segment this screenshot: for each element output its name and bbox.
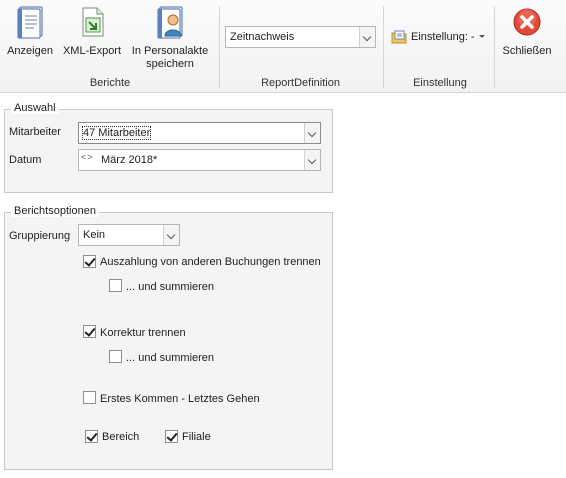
- checkbox-label: Auszahlung von anderen Buchungen trennen: [100, 256, 321, 268]
- settings-folder-icon: [391, 30, 407, 44]
- checkbox-label: ... und summieren: [126, 281, 215, 293]
- date-nav-arrows-icon[interactable]: <>: [81, 152, 94, 162]
- chevron-down-icon[interactable]: [304, 123, 320, 143]
- checkbox-label: ... und summieren: [126, 352, 215, 364]
- berichtsoptionen-group: Berichtsoptionen Gruppierung Kein Auszah…: [4, 205, 333, 470]
- xml-export-icon: [82, 7, 104, 37]
- personalakte-label-line2: speichern: [146, 58, 194, 70]
- mitarbeiter-combo[interactable]: 47 Mitarbeiter: [78, 122, 321, 144]
- checkbox-korrektur-summieren[interactable]: [109, 350, 122, 363]
- report-definition-value: Zeitnachweis: [230, 31, 295, 43]
- report-definition-combo[interactable]: Zeitnachweis: [225, 26, 376, 48]
- checkbox-auszahlung-trennen[interactable]: [83, 255, 96, 268]
- checkbox-bereich[interactable]: [85, 430, 98, 443]
- xml-export-button[interactable]: XML-Export: [60, 5, 124, 58]
- mitarbeiter-label: Mitarbeiter: [9, 126, 61, 138]
- chevron-down-icon[interactable]: [304, 150, 320, 170]
- gruppierung-value: Kein: [83, 229, 106, 241]
- xml-export-label: XML-Export: [62, 45, 122, 57]
- datum-label: Datum: [9, 154, 42, 166]
- checkbox-label: Erstes Kommen - Letztes Gehen: [100, 393, 260, 405]
- anzeigen-label: Anzeigen: [7, 45, 53, 57]
- schliessen-button[interactable]: Schließen: [500, 5, 554, 58]
- personnel-file-icon: [157, 6, 183, 39]
- group-label-einstellung: Einstellung: [413, 77, 467, 89]
- ribbon: Anzeigen XML-Export In Personalakte spei…: [0, 0, 566, 93]
- anzeigen-button[interactable]: Anzeigen: [4, 5, 56, 58]
- gruppierung-combo[interactable]: Kein: [78, 224, 180, 246]
- in-personalakte-speichern-button[interactable]: In Personalakte speichern: [127, 5, 213, 71]
- checkbox-label: Korrektur trennen: [100, 327, 186, 339]
- report-view-icon: [17, 6, 43, 39]
- checkbox-auszahlung-summieren[interactable]: [109, 279, 122, 292]
- ribbon-separator: [494, 6, 495, 88]
- checkbox-filiale[interactable]: [165, 430, 178, 443]
- auswahl-group: Auswahl Mitarbeiter 47 Mitarbeiter Datum…: [4, 102, 333, 193]
- ribbon-separator: [383, 6, 384, 88]
- checkbox-erstes-kommen-letztes-gehen[interactable]: [83, 391, 96, 404]
- personalakte-label-line1: In Personalakte: [131, 45, 209, 57]
- group-label-report-definition: ReportDefinition: [261, 77, 340, 89]
- dropdown-arrow-icon: [479, 35, 485, 38]
- berichtsoptionen-title: Berichtsoptionen: [11, 205, 99, 217]
- einstellung-dropdown-button[interactable]: Einstellung: -: [390, 28, 490, 46]
- schliessen-label: Schließen: [502, 45, 552, 57]
- gruppierung-label: Gruppierung: [9, 230, 71, 242]
- group-label-berichte: Berichte: [89, 77, 131, 89]
- checkbox-label: Bereich: [102, 431, 140, 443]
- checkbox-korrektur-trennen[interactable]: [83, 325, 96, 338]
- close-icon: [513, 8, 541, 36]
- chevron-down-icon[interactable]: [359, 27, 375, 47]
- datum-combo[interactable]: <> März 2018*: [78, 149, 321, 171]
- auswahl-title: Auswahl: [11, 102, 59, 114]
- datum-value: März 2018*: [101, 154, 158, 166]
- checkbox-label: Filiale: [182, 431, 211, 443]
- einstellung-label: Einstellung: -: [411, 31, 475, 43]
- mitarbeiter-value: 47 Mitarbeiter: [81, 126, 152, 140]
- ribbon-separator: [219, 6, 220, 88]
- chevron-down-icon[interactable]: [163, 225, 179, 245]
